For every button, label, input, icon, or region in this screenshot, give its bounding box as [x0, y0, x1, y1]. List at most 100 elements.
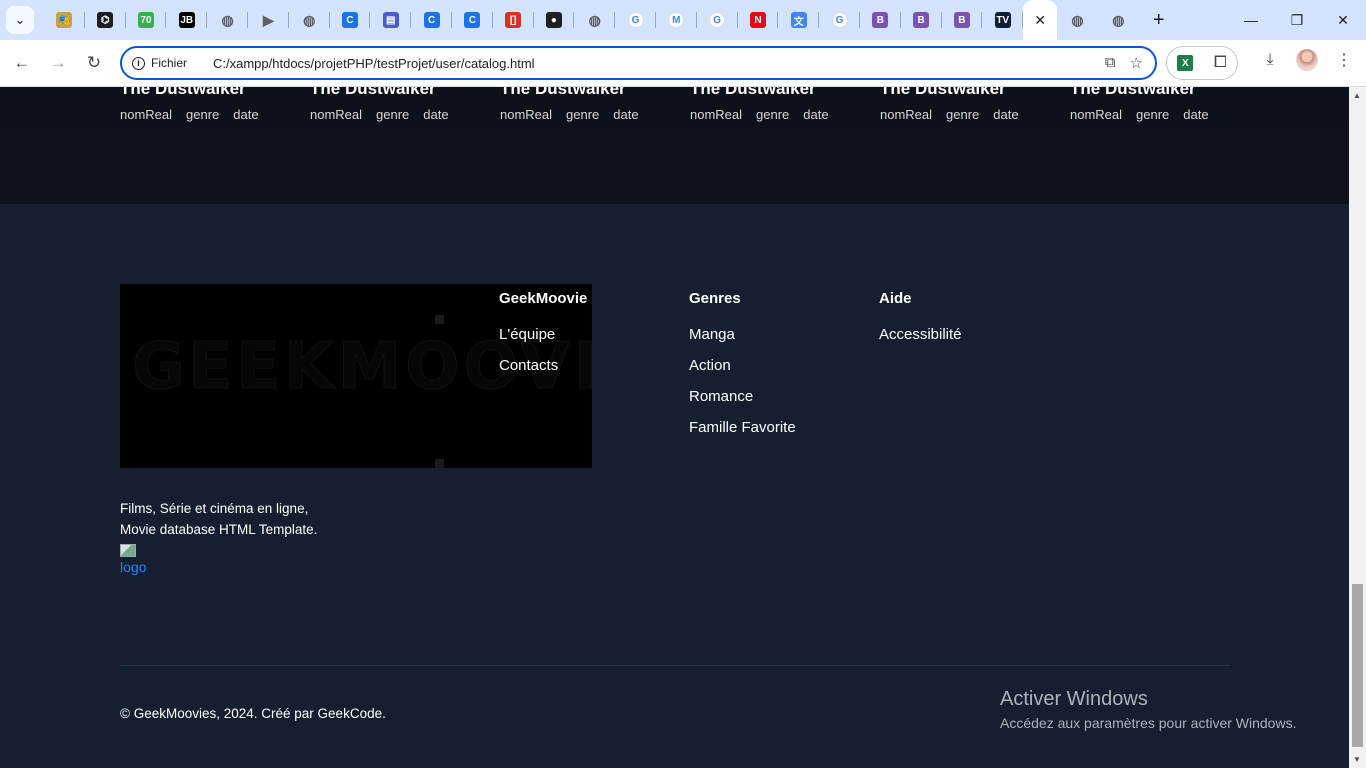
- footer-link-manga[interactable]: Manga: [689, 325, 796, 344]
- geekcode-link[interactable]: GeekCode: [318, 706, 383, 721]
- url-text[interactable]: C:/xampp/htdocs/projetPHP/testProjet/use…: [213, 56, 535, 71]
- scrollbar-thumb[interactable]: [1352, 584, 1363, 747]
- broken-logo-image[interactable]: logo: [120, 544, 156, 584]
- new-tab-button[interactable]: +: [1143, 4, 1175, 36]
- browser-tab[interactable]: TV: [982, 0, 1024, 40]
- windows-activation-watermark: Activer Windows Accédez aux paramètres p…: [1000, 688, 1296, 731]
- browser-tab[interactable]: C: [330, 0, 371, 40]
- vertical-scrollbar[interactable]: ▲ ▼: [1349, 87, 1366, 768]
- browser-tab[interactable]: B: [942, 0, 983, 40]
- browser-tab[interactable]: ▶: [248, 0, 289, 40]
- browser-tab[interactable]: ◍: [574, 0, 616, 40]
- excel-extension-icon[interactable]: X: [1177, 55, 1194, 71]
- movie-title[interactable]: The Dustwalker: [1070, 87, 1196, 99]
- footer-divider: [120, 665, 1230, 666]
- tv-icon: TV: [994, 12, 1011, 28]
- browser-tab[interactable]: B: [901, 0, 942, 40]
- menu-kebab-icon[interactable]: ⋮: [1332, 48, 1356, 72]
- tagline-line: Movie database HTML Template.: [120, 522, 318, 537]
- close-tab-icon[interactable]: ✕: [1034, 12, 1046, 29]
- browser-tab[interactable]: 70: [126, 0, 167, 40]
- browser-tab[interactable]: ◍: [289, 0, 330, 40]
- tab-list: 🎭 ⌬ 70 JB ◍ ▶ ◍ C ▤ C C [] ● ◍ G M G N 文 G B B B TV ✕ ◍ ◍: [44, 0, 1139, 40]
- watermark-title: Activer Windows: [1000, 688, 1148, 710]
- footer-link-famille-favorite[interactable]: Famille Favorite: [689, 418, 796, 437]
- footer-link-contacts[interactable]: Contacts: [499, 356, 587, 375]
- browser-tab[interactable]: C: [411, 0, 452, 40]
- browser-tab[interactable]: M: [656, 0, 697, 40]
- movie-title[interactable]: The Dustwalker: [120, 87, 246, 99]
- movie-real: nomReal: [120, 107, 173, 122]
- movie-date: date: [1183, 107, 1209, 122]
- globe-icon: ◍: [303, 11, 316, 28]
- minimize-button[interactable]: —: [1228, 0, 1274, 40]
- footer-column-title: Genres: [689, 290, 741, 307]
- browser-tab[interactable]: ◍: [1057, 0, 1098, 40]
- logo-dot: [435, 315, 444, 324]
- browser-tab[interactable]: ◍: [1098, 0, 1139, 40]
- profile-avatar[interactable]: [1296, 49, 1318, 71]
- movie-date: date: [993, 107, 1019, 122]
- movie-meta: nomReal genre date: [880, 107, 1019, 122]
- browser-tab[interactable]: []: [493, 0, 534, 40]
- browser-tab[interactable]: B: [860, 0, 901, 40]
- browser-tab[interactable]: ▤: [370, 0, 412, 40]
- back-button[interactable]: ←: [4, 45, 40, 81]
- movie-title[interactable]: The Dustwalker: [880, 87, 1006, 99]
- movie-genre: genre: [1136, 107, 1170, 122]
- active-browser-tab[interactable]: ✕: [1023, 0, 1058, 40]
- browser-tab[interactable]: C: [452, 0, 493, 40]
- youtube-icon: ▶: [262, 11, 274, 28]
- restore-button[interactable]: ❐: [1274, 0, 1320, 40]
- puzzle-icon[interactable]: ⧠: [1214, 54, 1227, 72]
- bootstrap-icon: B: [872, 12, 889, 28]
- browser-tab[interactable]: ◍: [207, 0, 248, 40]
- footer-column-genres: Genres Manga Action Romance Famille Favo…: [689, 290, 796, 449]
- bookmark-star-icon[interactable]: ☆: [1130, 54, 1143, 72]
- browser-tab[interactable]: G: [819, 0, 860, 40]
- footer-link-romance[interactable]: Romance: [689, 387, 796, 406]
- movie-date: date: [613, 107, 639, 122]
- movie-title[interactable]: The Dustwalker: [310, 87, 436, 99]
- browser-tab[interactable]: ●: [534, 0, 575, 40]
- close-window-button[interactable]: ✕: [1320, 0, 1366, 40]
- site-info-label: Fichier: [151, 56, 188, 70]
- forward-button[interactable]: →: [40, 45, 76, 81]
- browser-tab[interactable]: JB: [166, 0, 208, 40]
- footer-column-title: GeekMoovie: [499, 290, 588, 307]
- watermark-subtitle: Accédez aux paramètres pour activer Wind…: [1000, 715, 1297, 731]
- browser-tab[interactable]: 文: [778, 0, 820, 40]
- movie-meta: nomReal genre date: [120, 107, 259, 122]
- site-info-chip[interactable]: i Fichier: [132, 56, 187, 70]
- printer-icon: ▤: [382, 12, 399, 28]
- tab-search-button[interactable]: ⌄: [6, 6, 34, 34]
- download-icon[interactable]: ⤓: [1258, 48, 1282, 72]
- scroll-up-arrow-icon[interactable]: ▲: [1353, 91, 1361, 100]
- browser-toolbar: ← → ↻ i Fichier C:/xampp/htdocs/projetPH…: [0, 40, 1366, 87]
- reload-button[interactable]: ↻: [76, 45, 112, 81]
- copyright-text: © GeekMoovies, 2024. Créé par GeekCode.: [120, 706, 386, 721]
- broken-image-icon: [120, 544, 136, 557]
- browser-tab[interactable]: 🎭: [44, 0, 85, 40]
- translate-icon[interactable]: ⧉: [1105, 54, 1116, 72]
- movie-date: date: [803, 107, 829, 122]
- footer-link-equipe[interactable]: L'équipe: [499, 325, 587, 344]
- footer-link-accessibilite[interactable]: Accessibilité: [879, 325, 962, 344]
- footer-column-geekmoovie: GeekMoovie L'équipe Contacts: [499, 290, 587, 387]
- movie-genre: genre: [186, 107, 220, 122]
- movie-real: nomReal: [690, 107, 743, 122]
- movie-title[interactable]: The Dustwalker: [690, 87, 816, 99]
- globe-icon: ◍: [1071, 11, 1084, 28]
- copilot-icon: C: [464, 12, 481, 28]
- address-bar[interactable]: i Fichier C:/xampp/htdocs/projetPHP/test…: [120, 46, 1157, 80]
- copilot-icon: C: [341, 12, 358, 28]
- movie-title[interactable]: The Dustwalker: [500, 87, 626, 99]
- movie-meta: nomReal genre date: [690, 107, 829, 122]
- scroll-down-arrow-icon[interactable]: ▼: [1353, 755, 1361, 764]
- copyright-prefix: © GeekMoovies, 2024. Créé par: [120, 706, 318, 721]
- browser-tab[interactable]: ⌬: [85, 0, 126, 40]
- browser-tab[interactable]: G: [697, 0, 738, 40]
- browser-tab[interactable]: G: [615, 0, 656, 40]
- browser-tab[interactable]: N: [738, 0, 779, 40]
- footer-link-action[interactable]: Action: [689, 356, 796, 375]
